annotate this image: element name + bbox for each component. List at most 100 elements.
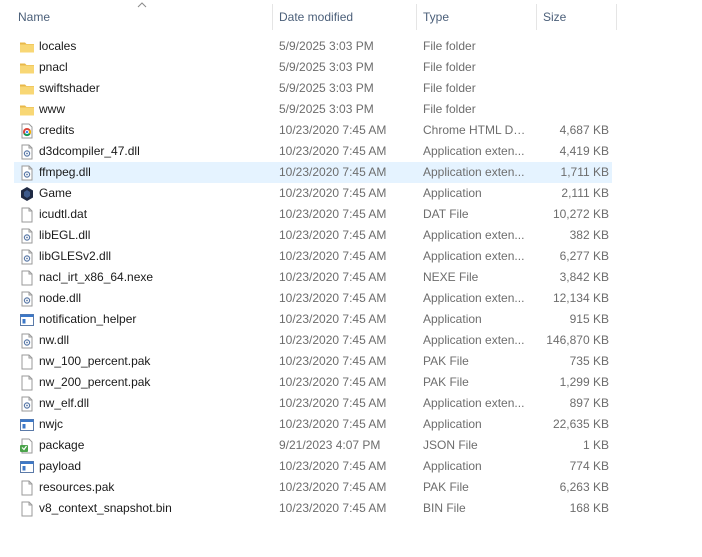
file-row[interactable]: v8_context_snapshot.bin 10/23/2020 7:45 A… [14, 498, 612, 519]
file-row[interactable]: pnacl 5/9/2025 3:03 PM File folder [14, 57, 612, 78]
file-date-modified: 10/23/2020 7:45 AM [279, 333, 387, 347]
file-type: Chrome HTML Do... [423, 123, 529, 137]
file-row[interactable]: nacl_irt_x86_64.nexe 10/23/2020 7:45 AM NE… [14, 267, 612, 288]
file-name: swiftshader [39, 81, 100, 95]
file-row[interactable]: icudtl.dat 10/23/2020 7:45 AM DAT File 10,2… [14, 204, 612, 225]
column-header-type[interactable]: Type [423, 4, 535, 30]
file-date-modified: 5/9/2025 3:03 PM [279, 39, 374, 53]
file-type: PAK File [423, 354, 469, 368]
file-name: nw_200_percent.pak [39, 375, 151, 389]
file-name: notification_helper [39, 312, 137, 326]
file-size: 1 KB [582, 438, 609, 452]
file-date-modified: 10/23/2020 7:45 AM [279, 417, 387, 431]
file-type: Application exten... [423, 165, 525, 179]
column-divider[interactable] [616, 4, 617, 30]
file-name: libGLESv2.dll [39, 249, 112, 263]
column-header-size[interactable]: Size [543, 4, 615, 30]
application-icon [19, 417, 35, 433]
column-divider[interactable] [272, 4, 273, 30]
dll-icon [19, 396, 35, 412]
file-type: Application exten... [423, 249, 525, 263]
folder-icon [19, 39, 35, 55]
file-size: 168 KB [569, 501, 609, 515]
file-row[interactable]: locales 5/9/2025 3:03 PM File folder [14, 36, 612, 57]
file-type: Application exten... [423, 396, 525, 410]
dll-icon [19, 228, 35, 244]
file-name: nacl_irt_x86_64.nexe [39, 270, 154, 284]
file-row[interactable]: credits 10/23/2020 7:45 AM Chrome HTML Do.… [14, 120, 612, 141]
file-date-modified: 5/9/2025 3:03 PM [279, 60, 374, 74]
file-row[interactable]: ffmpeg.dll 10/23/2020 7:45 AM Application … [14, 162, 612, 183]
file-name: package [39, 438, 85, 452]
file-date-modified: 10/23/2020 7:45 AM [279, 354, 387, 368]
file-date-modified: 10/23/2020 7:45 AM [279, 459, 387, 473]
file-row[interactable]: nwjc 10/23/2020 7:45 AM Application 22,635 … [14, 414, 612, 435]
file-size: 774 KB [569, 459, 609, 473]
file-type: Application exten... [423, 144, 525, 158]
file-date-modified: 10/23/2020 7:45 AM [279, 312, 387, 326]
file-icon [19, 375, 35, 391]
file-icon [19, 480, 35, 496]
file-date-modified: 10/23/2020 7:45 AM [279, 375, 387, 389]
file-row[interactable]: node.dll 10/23/2020 7:45 AM Application ex… [14, 288, 612, 309]
column-header: Name Date modified Type Size [0, 0, 702, 34]
file-row[interactable]: payload 10/23/2020 7:45 AM Application 774 … [14, 456, 612, 477]
file-row[interactable]: nw_100_percent.pak 10/23/2020 7:45 AM PAK … [14, 351, 612, 372]
file-row[interactable]: libGLESv2.dll 10/23/2020 7:45 AM Applicati… [14, 246, 612, 267]
dll-icon [19, 291, 35, 307]
file-row[interactable]: libEGL.dll 10/23/2020 7:45 AM Application … [14, 225, 612, 246]
file-type: Application [423, 312, 482, 326]
file-type: BIN File [423, 501, 466, 515]
file-date-modified: 5/9/2025 3:03 PM [279, 81, 374, 95]
file-icon [19, 270, 35, 286]
file-row[interactable]: swiftshader 5/9/2025 3:03 PM File folder [14, 78, 612, 99]
file-name: www [39, 102, 65, 116]
file-row[interactable]: notification_helper 10/23/2020 7:45 AM App… [14, 309, 612, 330]
dll-icon [19, 249, 35, 265]
file-row[interactable]: resources.pak 10/23/2020 7:45 AM PAK File 6… [14, 477, 612, 498]
file-date-modified: 10/23/2020 7:45 AM [279, 480, 387, 494]
file-row[interactable]: nw.dll 10/23/2020 7:45 AM Application exte… [14, 330, 612, 351]
folder-icon [19, 102, 35, 118]
column-header-name[interactable]: Name [18, 4, 268, 30]
file-size: 1,299 KB [559, 375, 609, 389]
file-icon [19, 501, 35, 517]
column-divider[interactable] [536, 4, 537, 30]
file-type: File folder [423, 60, 476, 74]
file-size [534, 99, 609, 120]
chrome-html-icon [19, 123, 35, 139]
file-type: JSON File [423, 438, 478, 452]
file-name: resources.pak [39, 480, 115, 494]
file-name: payload [39, 459, 82, 473]
file-name: nw_100_percent.pak [39, 354, 151, 368]
file-date-modified: 10/23/2020 7:45 AM [279, 186, 387, 200]
file-date-modified: 10/23/2020 7:45 AM [279, 249, 387, 263]
file-date-modified: 10/23/2020 7:45 AM [279, 123, 387, 137]
file-type: File folder [423, 81, 476, 95]
file-size: 12,134 KB [552, 291, 609, 305]
column-divider[interactable] [416, 4, 417, 30]
file-size: 2,111 KB [561, 186, 609, 200]
dll-icon [19, 333, 35, 349]
file-row[interactable]: nw_200_percent.pak 10/23/2020 7:45 AM PAK … [14, 372, 612, 393]
file-row[interactable]: package 9/21/2023 4:07 PM JSON File 1 KB [14, 435, 612, 456]
file-size: 6,263 KB [559, 480, 609, 494]
file-size: 4,687 KB [559, 123, 609, 137]
file-row[interactable]: nw_elf.dll 10/23/2020 7:45 AM Application … [14, 393, 612, 414]
file-date-modified: 9/21/2023 4:07 PM [279, 438, 381, 452]
file-type: Application [423, 417, 482, 431]
file-name: Game [39, 186, 72, 200]
file-type: Application exten... [423, 333, 525, 347]
file-date-modified: 10/23/2020 7:45 AM [279, 291, 387, 305]
file-name: nw_elf.dll [39, 396, 90, 410]
file-date-modified: 10/23/2020 7:45 AM [279, 144, 387, 158]
file-name: ffmpeg.dll [39, 165, 91, 179]
file-row[interactable]: d3dcompiler_47.dll 10/23/2020 7:45 AM Appl… [14, 141, 612, 162]
column-header-date[interactable]: Date modified [279, 4, 414, 30]
file-row[interactable]: Game 10/23/2020 7:45 AM Application 2,111 K… [14, 183, 612, 204]
file-name: pnacl [39, 60, 68, 74]
file-row[interactable]: www 5/9/2025 3:03 PM File folder [14, 99, 612, 120]
file-name: nw.dll [39, 333, 70, 347]
file-size [534, 78, 609, 99]
file-name: node.dll [39, 291, 82, 305]
